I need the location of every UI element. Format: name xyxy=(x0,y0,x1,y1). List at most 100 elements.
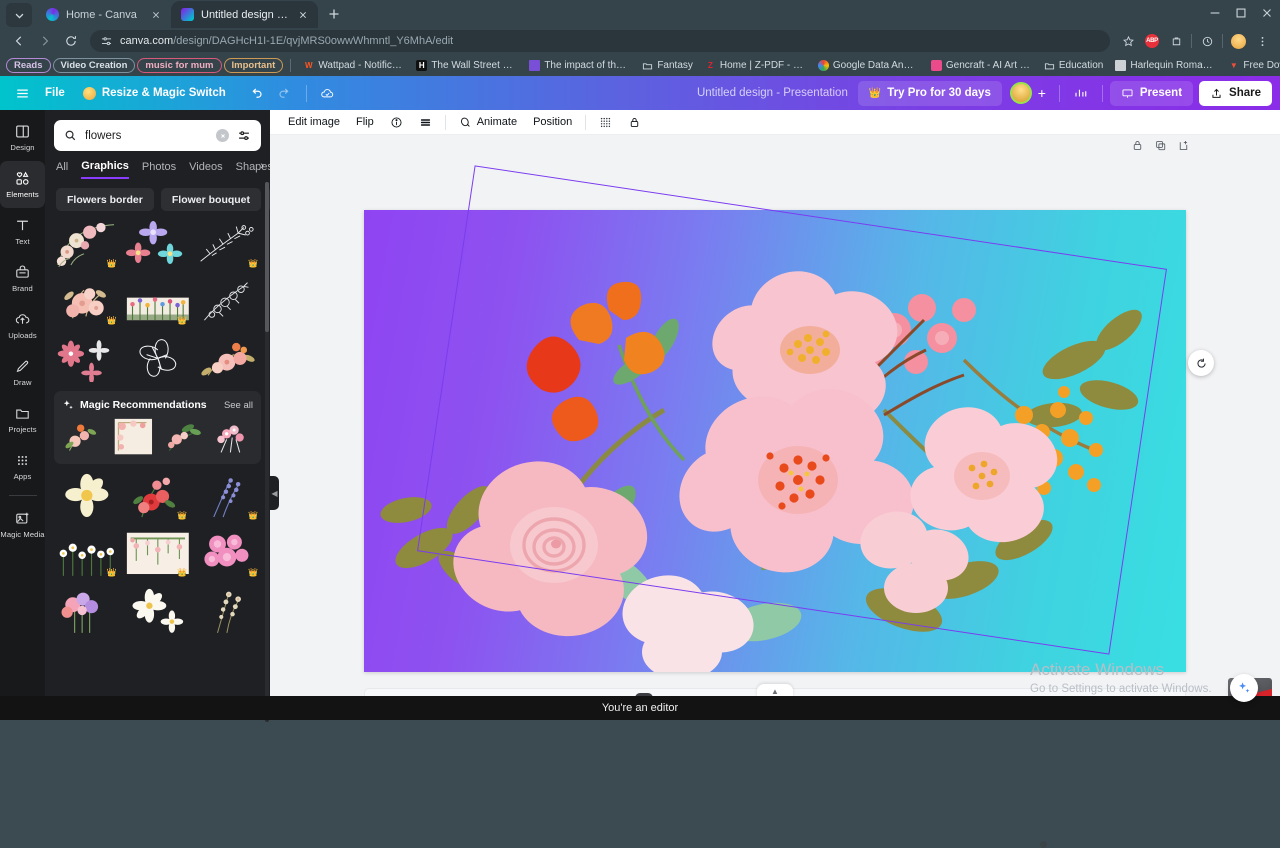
animate-button[interactable]: Animate xyxy=(451,112,525,133)
magic-thumbnail[interactable] xyxy=(62,416,107,458)
new-tab-button[interactable] xyxy=(322,2,346,26)
element-thumbnail[interactable]: 👑 xyxy=(195,218,261,270)
element-thumbnail[interactable] xyxy=(54,584,120,636)
element-thumbnail[interactable] xyxy=(195,275,261,327)
element-thumbnail[interactable]: 👑 xyxy=(54,275,120,327)
design-canvas[interactable] xyxy=(364,210,1186,672)
present-button[interactable]: Present xyxy=(1109,80,1194,106)
flip-button[interactable]: Flip xyxy=(348,112,382,133)
sidebar-item-projects[interactable]: Projects xyxy=(0,396,45,443)
bookmark-pill[interactable]: Video Creation xyxy=(52,57,136,73)
magic-thumbnail[interactable] xyxy=(208,416,253,458)
bookmark-item[interactable]: H The Wall Street Cras... xyxy=(411,58,522,73)
bookmark-item[interactable]: Education xyxy=(1039,58,1108,73)
tab-videos[interactable]: Videos xyxy=(189,161,222,178)
rotate-handle[interactable] xyxy=(1188,350,1214,376)
close-icon[interactable] xyxy=(295,7,310,22)
clear-icon[interactable] xyxy=(216,129,229,142)
share-button[interactable]: Share xyxy=(1199,80,1272,106)
minimize-button[interactable] xyxy=(1202,0,1228,26)
maximize-button[interactable] xyxy=(1228,0,1254,26)
menu-icon[interactable] xyxy=(1250,29,1274,53)
document-title[interactable]: Untitled design - Presentation xyxy=(697,87,848,99)
undo-icon[interactable] xyxy=(243,80,271,106)
history-icon[interactable] xyxy=(1195,29,1219,53)
sidebar-item-magic-media[interactable]: Magic Media xyxy=(0,501,45,548)
element-thumbnail[interactable] xyxy=(54,332,120,384)
bookmark-item[interactable]: Z Home | Z-PDF - Do... xyxy=(700,58,811,73)
redo-icon[interactable] xyxy=(271,80,299,106)
element-thumbnail[interactable]: 👑 xyxy=(195,527,261,579)
chip-flowers-border[interactable]: Flowers border xyxy=(56,188,154,211)
info-icon[interactable] xyxy=(382,112,411,133)
magic-thumbnail[interactable] xyxy=(111,416,156,458)
add-page-icon[interactable] xyxy=(1177,139,1190,152)
panel-scrollbar[interactable] xyxy=(265,182,269,722)
element-thumbnail[interactable]: 👑 xyxy=(125,275,191,327)
close-window-button[interactable] xyxy=(1254,0,1280,26)
element-thumbnail[interactable] xyxy=(195,584,261,636)
bookmark-pill[interactable]: Important xyxy=(223,57,284,73)
bookmark-item[interactable]: The impact of the D... xyxy=(524,58,635,73)
element-thumbnail[interactable]: 👑 xyxy=(54,218,120,270)
tab-photos[interactable]: Photos xyxy=(142,161,176,178)
scrollbar-thumb[interactable] xyxy=(265,182,269,332)
edit-image-button[interactable]: Edit image xyxy=(280,112,348,133)
sidebar-item-design[interactable]: Design xyxy=(0,114,45,161)
bookmark-item[interactable]: W Wattpad - Notificati... xyxy=(298,58,409,73)
sidebar-item-apps[interactable]: Apps xyxy=(0,443,45,490)
magic-thumbnail[interactable] xyxy=(160,416,205,458)
element-thumbnail[interactable] xyxy=(125,218,191,270)
star-icon[interactable] xyxy=(1116,29,1140,53)
sidebar-item-uploads[interactable]: Uploads xyxy=(0,302,45,349)
element-thumbnail[interactable]: 👑 xyxy=(125,527,191,579)
element-thumbnail[interactable]: 👑 xyxy=(195,470,261,522)
try-pro-button[interactable]: 👑 Try Pro for 30 days xyxy=(857,80,1002,106)
dither-icon[interactable] xyxy=(591,112,620,133)
tab-shapes[interactable]: Shapes xyxy=(236,161,273,178)
back-icon[interactable] xyxy=(6,28,32,54)
browser-tab-1[interactable]: Home - Canva xyxy=(36,1,171,28)
tab-all[interactable]: All xyxy=(56,161,68,178)
add-collaborator-button[interactable]: + xyxy=(1032,83,1052,103)
chevron-right-icon[interactable]: › xyxy=(260,160,264,172)
chip-flower-bouquet[interactable]: Flower bouquet xyxy=(160,188,262,211)
lock-icon[interactable] xyxy=(1131,139,1144,152)
see-all-link[interactable]: See all xyxy=(224,400,253,411)
element-thumbnail[interactable]: 👑 xyxy=(125,470,191,522)
element-thumbnail[interactable] xyxy=(125,332,191,384)
element-thumbnail[interactable] xyxy=(195,332,261,384)
profile-avatar[interactable] xyxy=(1226,29,1250,53)
element-thumbnail[interactable] xyxy=(125,584,191,636)
sidebar-item-elements[interactable]: Elements xyxy=(0,161,45,208)
sidebar-item-draw[interactable]: Draw xyxy=(0,349,45,396)
tab-search-chevron-icon[interactable] xyxy=(6,3,32,27)
file-menu-button[interactable]: File xyxy=(36,80,74,106)
lock-icon[interactable] xyxy=(620,112,649,133)
avatar[interactable] xyxy=(1009,82,1032,104)
resize-magic-switch-button[interactable]: Resize & Magic Switch xyxy=(74,80,235,106)
bookmark-item[interactable]: Google Data Analyti... xyxy=(813,58,924,73)
position-button[interactable]: Position xyxy=(525,112,580,133)
cloud-saved-icon[interactable] xyxy=(314,80,342,106)
forward-icon[interactable] xyxy=(32,28,58,54)
close-icon[interactable] xyxy=(148,7,163,22)
duplicate-icon[interactable] xyxy=(1154,139,1167,152)
bookmark-item[interactable]: Harlequin Romance:... xyxy=(1110,58,1221,73)
hamburger-icon[interactable] xyxy=(8,80,36,106)
element-thumbnail[interactable] xyxy=(54,470,120,522)
bookmark-pill[interactable]: music for mum xyxy=(137,57,222,73)
magic-studio-button[interactable] xyxy=(1230,674,1258,702)
bookmark-item[interactable]: Fantasy xyxy=(637,58,698,73)
extensions-icon[interactable] xyxy=(1164,29,1188,53)
sidebar-item-text[interactable]: Text xyxy=(0,208,45,255)
adblock-icon[interactable]: ABP xyxy=(1140,29,1164,53)
floral-arrangement-artwork[interactable] xyxy=(364,210,1186,672)
element-thumbnail[interactable]: 👑 xyxy=(54,527,120,579)
transparency-icon[interactable] xyxy=(411,112,440,133)
search-input[interactable]: flowers xyxy=(54,120,261,151)
insights-icon[interactable] xyxy=(1067,80,1095,106)
bookmark-pill[interactable]: Reads xyxy=(6,57,51,73)
bookmark-item[interactable]: Gencraft - AI Art Im... xyxy=(926,58,1037,73)
browser-tab-2[interactable]: Untitled design - Presentation xyxy=(171,1,318,28)
